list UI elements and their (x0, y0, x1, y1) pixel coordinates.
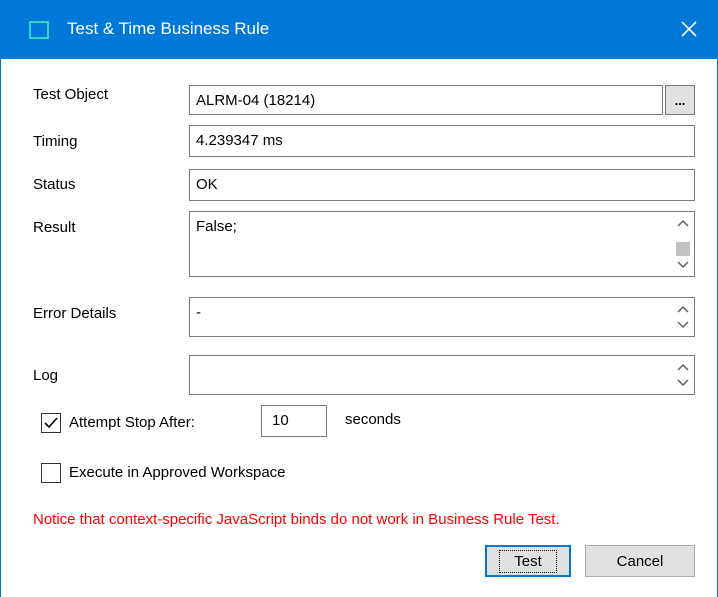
notice-text: Notice that context-specific JavaScript … (33, 511, 560, 528)
error-details-value: - (196, 304, 201, 321)
result-scrollbar[interactable] (672, 212, 694, 276)
log-scrollbar[interactable] (672, 356, 694, 394)
timing-field[interactable]: 4.239347 ms (189, 125, 695, 157)
window-icon (29, 21, 49, 39)
attempt-stop-seconds-input[interactable]: 10 (261, 405, 327, 437)
checkmark-icon (44, 417, 58, 429)
scroll-down-icon[interactable] (672, 374, 694, 392)
scroll-down-icon[interactable] (672, 256, 694, 274)
test-object-label: Test Object (33, 86, 109, 103)
approved-workspace-label[interactable]: Execute in Approved Workspace (69, 464, 286, 481)
log-field[interactable] (189, 355, 695, 395)
scroll-up-icon[interactable] (672, 214, 694, 232)
seconds-unit-label: seconds (345, 411, 401, 428)
error-details-label: Error Details (33, 305, 117, 322)
status-field[interactable]: OK (189, 169, 695, 201)
dialog-content: Test Object ALRM-04 (18214) ... Timing 4… (1, 59, 717, 597)
browse-button[interactable]: ... (665, 85, 695, 115)
result-field[interactable]: False; (189, 211, 695, 277)
attempt-stop-checkbox[interactable] (41, 413, 61, 433)
status-label: Status (33, 176, 76, 193)
test-object-field[interactable]: ALRM-04 (18214) (189, 85, 663, 115)
attempt-stop-label[interactable]: Attempt Stop After: (69, 414, 195, 431)
scroll-down-icon[interactable] (672, 316, 694, 334)
approved-workspace-checkbox[interactable] (41, 463, 61, 483)
window-title: Test & Time Business Rule (67, 19, 270, 38)
error-details-field[interactable]: - (189, 297, 695, 337)
error-details-scrollbar[interactable] (672, 298, 694, 336)
cancel-button[interactable]: Cancel (585, 545, 695, 577)
dialog-window: Test & Time Business Rule Test Object AL… (0, 0, 718, 597)
test-button[interactable]: Test (485, 545, 571, 577)
scroll-thumb[interactable] (676, 242, 690, 256)
close-icon (681, 21, 697, 37)
timing-label: Timing (33, 133, 78, 150)
log-label: Log (33, 367, 59, 384)
close-button[interactable] (669, 9, 709, 49)
test-button-label: Test (499, 549, 557, 573)
result-value: False; (196, 218, 237, 235)
title-bar[interactable]: Test & Time Business Rule (1, 1, 717, 59)
result-label: Result (33, 219, 76, 236)
